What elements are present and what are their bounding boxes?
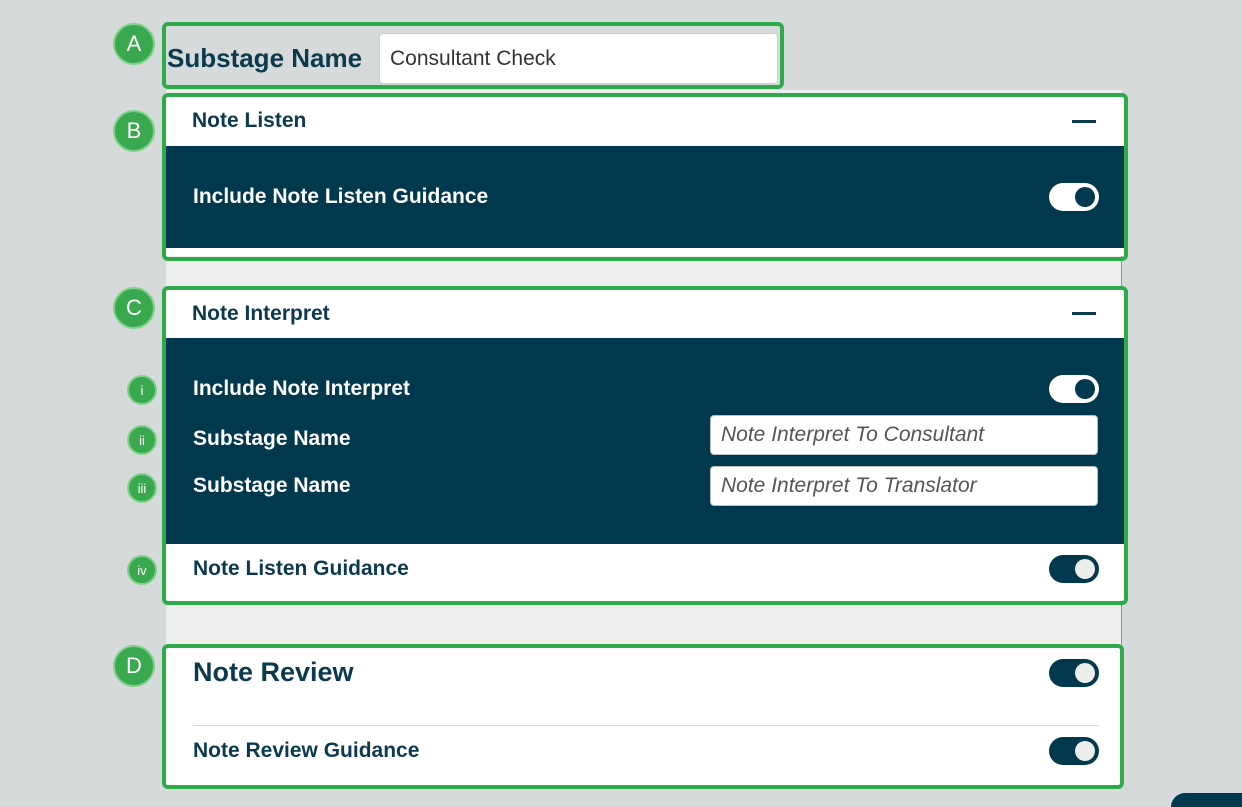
annotation-badge-c: C	[113, 287, 155, 329]
interpret-consultant-input[interactable]: Note Interpret To Consultant	[710, 415, 1098, 455]
note-listen-guidance-label: Include Note Listen Guidance	[193, 185, 489, 208]
toggle-knob	[1075, 379, 1095, 399]
note-listen-guidance-toggle-2[interactable]	[1049, 555, 1099, 583]
annotation-badge-iv: iv	[127, 555, 157, 585]
substage-name-label-1: Substage Name	[193, 427, 351, 450]
annotation-badge-iii: iii	[127, 473, 157, 503]
interpret-consultant-placeholder: Note Interpret To Consultant	[721, 423, 985, 446]
annotation-badge-d: D	[113, 645, 155, 687]
note-review-guidance-label: Note Review Guidance	[193, 739, 420, 762]
substage-name-label: Substage Name	[167, 43, 363, 73]
corner-action-button[interactable]	[1171, 793, 1242, 807]
substage-name-value: Consultant Check	[390, 46, 556, 70]
note-listen-footer	[166, 248, 1124, 256]
toggle-knob	[1075, 187, 1095, 207]
note-review-guidance-toggle[interactable]	[1049, 737, 1099, 765]
substage-name-label-2: Substage Name	[193, 474, 351, 497]
note-listen-guidance-label-2: Note Listen Guidance	[193, 557, 409, 580]
note-review-title: Note Review	[193, 657, 354, 687]
interpret-translator-placeholder: Note Interpret To Translator	[721, 474, 977, 497]
annotation-badge-i: i	[127, 375, 157, 405]
toggle-knob	[1075, 559, 1095, 579]
include-note-interpret-toggle[interactable]	[1049, 375, 1099, 403]
note-review-toggle[interactable]	[1049, 659, 1099, 687]
annotation-badge-b: B	[113, 110, 155, 152]
annotation-badge-a: A	[113, 23, 155, 65]
substage-name-input[interactable]: Consultant Check	[379, 33, 778, 84]
note-listen-header[interactable]: Note Listen	[166, 96, 1124, 146]
note-listen-guidance-toggle[interactable]	[1049, 183, 1099, 211]
toggle-knob	[1075, 663, 1095, 683]
note-review-divider	[193, 725, 1099, 726]
note-interpret-header[interactable]: Note Interpret	[166, 289, 1124, 338]
include-note-interpret-label: Include Note Interpret	[193, 377, 411, 400]
collapse-icon[interactable]	[1072, 312, 1096, 315]
interpret-translator-input[interactable]: Note Interpret To Translator	[710, 466, 1098, 506]
note-listen-title: Note Listen	[192, 109, 307, 132]
toggle-knob	[1075, 741, 1095, 761]
collapse-icon[interactable]	[1072, 120, 1096, 123]
note-interpret-title: Note Interpret	[192, 301, 330, 325]
annotation-badge-ii: ii	[127, 425, 157, 455]
